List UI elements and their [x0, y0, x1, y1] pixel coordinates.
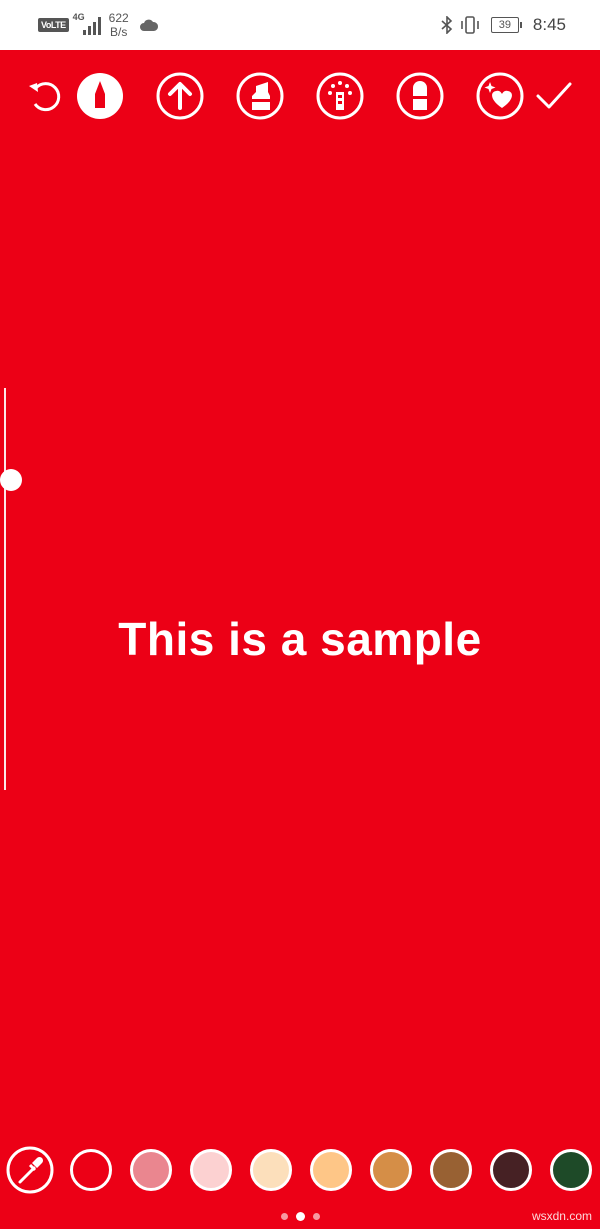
color-swatch[interactable]: [370, 1149, 412, 1191]
color-swatch[interactable]: [550, 1149, 592, 1191]
status-bar: VoLTE 4G 622 B/s 39 8:45: [0, 0, 600, 50]
highlighter-button[interactable]: [236, 72, 284, 120]
eyedropper-icon[interactable]: [6, 1146, 54, 1194]
color-swatch[interactable]: [310, 1149, 352, 1191]
color-swatch[interactable]: [250, 1149, 292, 1191]
battery-level: 39: [498, 19, 512, 31]
color-swatch[interactable]: [70, 1149, 112, 1191]
signal-strength-icon: 4G: [73, 12, 103, 38]
clock: 8:45: [532, 15, 566, 34]
neon-pen-icon: [316, 72, 364, 120]
highlighter-icon: [236, 72, 284, 120]
brush-size-slider-thumb[interactable]: [0, 469, 22, 491]
pager-dot-active[interactable]: [295, 1212, 305, 1221]
marker-pen-button[interactable]: [76, 72, 124, 120]
cloud-icon: [139, 19, 158, 31]
palette-pager[interactable]: [0, 1212, 600, 1221]
pager-dot[interactable]: [280, 1213, 288, 1220]
arrow-pen-button[interactable]: [156, 72, 204, 120]
color-swatch[interactable]: [430, 1149, 472, 1191]
battery-icon: 39: [490, 17, 522, 33]
arrow-up-icon: [156, 72, 204, 120]
color-palette: [0, 1146, 600, 1194]
color-swatch[interactable]: [490, 1149, 532, 1191]
effects-button[interactable]: [476, 72, 524, 120]
watermark: wsxdn.com: [531, 1209, 592, 1223]
neon-pen-button[interactable]: [316, 72, 364, 120]
color-swatch[interactable]: [130, 1149, 172, 1191]
checkmark-icon[interactable]: [532, 74, 576, 118]
vibrate-icon: [461, 16, 479, 34]
eraser-button[interactable]: [396, 72, 444, 120]
canvas-text[interactable]: This is a sample: [0, 612, 600, 666]
network-speed: 622 B/s: [108, 11, 129, 39]
volte-badge: VoLTE: [38, 18, 69, 32]
eraser-icon: [396, 72, 444, 120]
color-swatch[interactable]: [190, 1149, 232, 1191]
marker-pen-icon: [77, 73, 123, 119]
sparkle-heart-icon: [476, 72, 524, 120]
brush-size-slider[interactable]: [0, 388, 22, 790]
pager-dot[interactable]: [312, 1213, 320, 1220]
undo-icon[interactable]: [24, 74, 68, 118]
bluetooth-icon: [441, 16, 453, 34]
